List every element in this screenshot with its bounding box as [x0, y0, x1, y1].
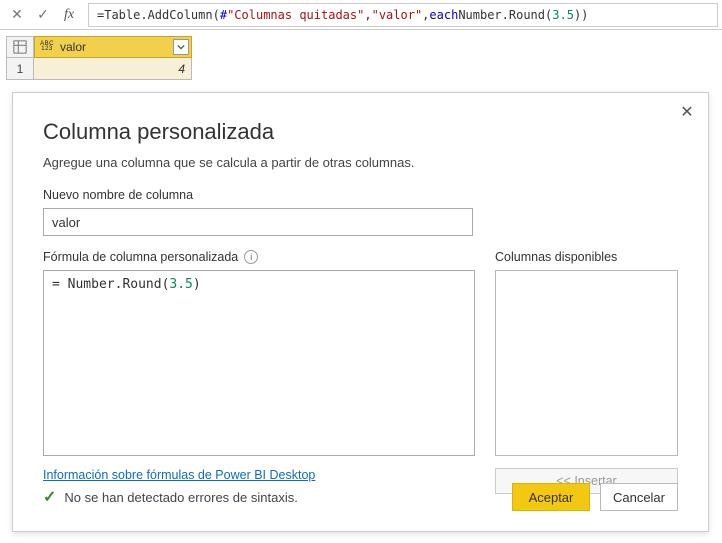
cancel-button[interactable]: Cancelar — [600, 483, 678, 511]
chevron-down-icon — [177, 43, 185, 51]
token-comma2: , — [422, 8, 429, 22]
row-header-corner[interactable] — [6, 36, 34, 58]
grid-header: ABC123 valor — [6, 36, 722, 58]
token-str2: "valor" — [372, 8, 423, 22]
fx-button[interactable]: fx — [56, 2, 82, 28]
new-column-name-label: Nuevo nombre de columna — [43, 188, 678, 202]
row-number[interactable]: 1 — [6, 58, 34, 80]
available-columns-label: Columnas disponibles — [495, 250, 678, 264]
token-close1: ) — [581, 8, 588, 22]
status-text: No se han detectado errores de sintaxis. — [64, 490, 297, 505]
check-icon: ✓ — [37, 6, 49, 23]
formula-input[interactable]: = Table.AddColumn ( # "Columnas quitadas… — [88, 3, 718, 27]
token-str1: "Columnas quitadas" — [227, 8, 364, 22]
fx-icon: fx — [64, 7, 74, 23]
column-dropdown-button[interactable] — [173, 39, 189, 55]
formula-label: Fórmula de columna personalizada i — [43, 250, 475, 264]
available-columns-list[interactable] — [495, 270, 678, 456]
commit-formula-button[interactable]: ✓ — [30, 2, 56, 28]
new-column-name-input[interactable] — [43, 208, 473, 236]
ed-close: ) — [193, 277, 201, 292]
token-close2: ) — [574, 8, 581, 22]
table-row: 1 4 — [6, 58, 722, 80]
ok-button[interactable]: Aceptar — [512, 483, 590, 511]
token-each: each — [429, 8, 458, 22]
ed-eq: = — [52, 277, 68, 292]
custom-column-dialog: ✕ Columna personalizada Agregue una colu… — [12, 92, 709, 532]
ed-fn: Number.Round — [68, 277, 162, 292]
token-open2: ( — [545, 8, 552, 22]
token-open: ( — [213, 8, 220, 22]
table-icon — [13, 40, 27, 54]
formula-bar: ✕ ✓ fx = Table.AddColumn ( # "Columnas q… — [0, 0, 722, 30]
token-eq: = — [97, 8, 104, 22]
token-hash: # — [220, 8, 227, 22]
check-icon: ✓ — [43, 487, 56, 507]
x-icon: ✕ — [11, 6, 23, 23]
column-type-icon[interactable]: ABC123 — [38, 40, 56, 54]
token-fn2: Number.Round — [458, 8, 545, 22]
formula-label-text: Fórmula de columna personalizada — [43, 250, 238, 264]
ed-num: 3.5 — [169, 277, 192, 292]
close-button[interactable]: ✕ — [676, 101, 698, 123]
cell-valor-1[interactable]: 4 — [34, 58, 192, 80]
token-num: 3.5 — [552, 8, 574, 22]
data-preview: ABC123 valor 1 4 — [0, 30, 722, 80]
dialog-title: Columna personalizada — [43, 119, 678, 145]
column-header-valor[interactable]: ABC123 valor — [34, 36, 192, 58]
cancel-formula-button[interactable]: ✕ — [4, 2, 30, 28]
formula-editor[interactable]: = Number.Round(3.5) — [43, 270, 475, 456]
column-name: valor — [60, 40, 86, 54]
dialog-subtitle: Agregue una columna que se calcula a par… — [43, 155, 678, 170]
info-icon[interactable]: i — [244, 250, 258, 264]
token-fn: Table.AddColumn — [104, 8, 212, 22]
formulas-info-link[interactable]: Información sobre fórmulas de Power BI D… — [43, 468, 315, 482]
token-comma1: , — [364, 8, 371, 22]
close-icon: ✕ — [680, 102, 693, 122]
syntax-status: ✓ No se han detectado errores de sintaxi… — [43, 487, 298, 507]
